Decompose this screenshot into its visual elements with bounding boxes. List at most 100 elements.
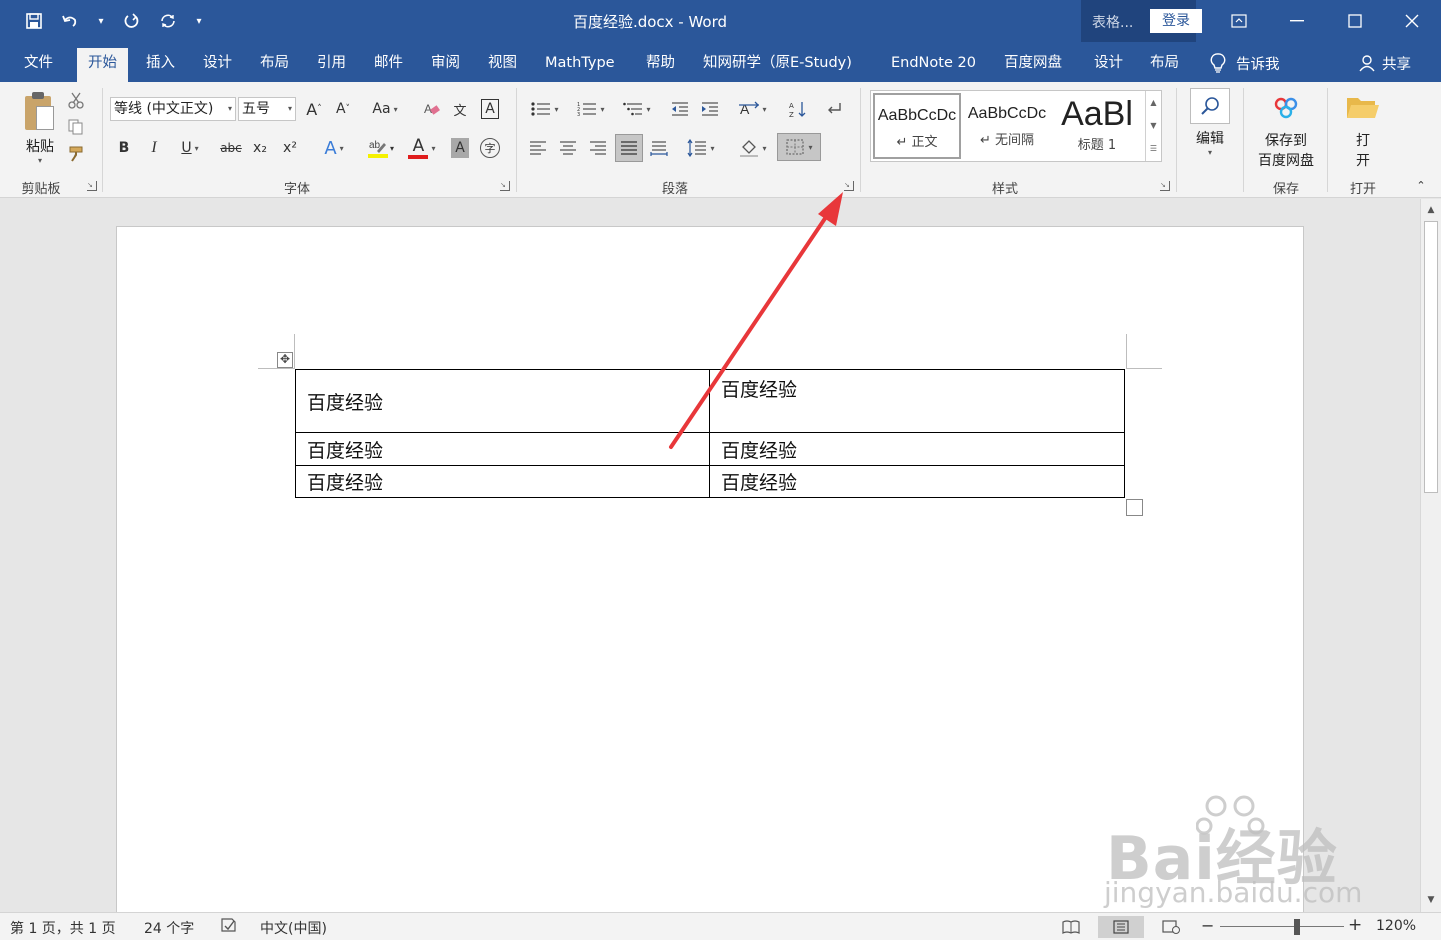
minimize-icon[interactable] [1268, 0, 1326, 42]
table-cell[interactable]: 百度经验 [295, 465, 710, 498]
read-mode-icon[interactable] [1056, 916, 1086, 938]
undo-dropdown-icon[interactable]: ▾ [94, 9, 108, 33]
tab-home[interactable]: 开始 [77, 48, 128, 82]
save-to-baidu-netdisk-button[interactable]: 保存到 百度网盘 [1250, 92, 1322, 170]
tab-e-study[interactable]: 知网研学（原E-Study) [692, 48, 863, 82]
language-indicator[interactable]: 中文(中国) [260, 918, 327, 938]
paragraph-dialog-launcher-icon[interactable]: ↘ [844, 181, 854, 191]
style-no-spacing[interactable]: AaBbCcDc ↵ 无间隔 [963, 93, 1051, 159]
shading-button[interactable]: ▾ [734, 136, 772, 160]
highlight-dropdown-icon[interactable]: ▾ [386, 136, 398, 160]
format-painter-icon[interactable] [64, 142, 88, 166]
tab-layout[interactable]: 布局 [249, 48, 300, 82]
table-cell[interactable]: 百度经验 [709, 369, 1125, 433]
decrease-indent-icon[interactable] [668, 97, 692, 121]
page-info[interactable]: 第 1 页，共 1 页 [10, 918, 116, 938]
change-case-button[interactable]: Aa ▾ [368, 97, 402, 121]
clear-formatting-icon[interactable]: A [420, 97, 444, 121]
bullets-button[interactable]: ▾ [526, 97, 564, 121]
customize-qat-icon[interactable]: ▾ [192, 9, 206, 33]
tab-endnote[interactable]: EndNote 20 [880, 48, 987, 82]
paste-button[interactable]: 粘贴 ▾ [18, 88, 62, 168]
table-cell[interactable]: 百度经验 [709, 465, 1125, 498]
tab-table-design[interactable]: 设计 [1083, 48, 1134, 82]
subscript-button[interactable]: x₂ [248, 136, 272, 160]
underline-button[interactable]: U ▾ [172, 136, 208, 160]
save-icon[interactable] [22, 9, 46, 33]
paste-dropdown-icon[interactable]: ▾ [18, 156, 62, 165]
table-cell[interactable]: 百度经验 [295, 432, 710, 466]
zoom-out-button[interactable]: − [1201, 916, 1214, 935]
distributed-icon[interactable] [647, 136, 671, 160]
font-dialog-launcher-icon[interactable]: ↘ [500, 181, 510, 191]
word-count[interactable]: 24 个字 [144, 918, 194, 938]
align-center-icon[interactable] [556, 136, 580, 160]
justify-icon[interactable] [615, 134, 643, 162]
repeat-icon[interactable] [156, 9, 180, 33]
increase-indent-icon[interactable] [698, 97, 722, 121]
open-button[interactable]: 打 开 [1338, 92, 1388, 170]
gallery-more-icon[interactable]: ☰ [1146, 137, 1161, 160]
table-cell[interactable]: 百度经验 [709, 432, 1125, 466]
superscript-button[interactable]: x² [278, 136, 302, 160]
proofing-icon[interactable] [220, 917, 238, 937]
italic-button[interactable]: I [142, 136, 166, 160]
print-layout-icon[interactable] [1098, 916, 1144, 938]
bold-button[interactable]: B [112, 136, 136, 160]
scroll-down-icon[interactable]: ▼ [1421, 891, 1441, 909]
table-resize-handle[interactable] [1126, 499, 1143, 516]
redo-icon[interactable] [120, 9, 144, 33]
phonetic-guide-button[interactable]: 文 [448, 97, 472, 121]
tab-references[interactable]: 引用 [306, 48, 357, 82]
tab-mailings[interactable]: 邮件 [363, 48, 414, 82]
login-button[interactable]: 登录 [1150, 9, 1202, 33]
clipboard-dialog-launcher-icon[interactable]: ↘ [87, 181, 97, 191]
zoom-level[interactable]: 120% [1376, 918, 1416, 934]
tab-review[interactable]: 审阅 [420, 48, 471, 82]
tell-me-box[interactable]: 告诉我 [1210, 48, 1280, 78]
style-normal[interactable]: AaBbCcDc ↵ 正文 [873, 93, 961, 159]
text-effects-button[interactable]: A ▾ [316, 136, 352, 160]
zoom-slider-thumb[interactable] [1293, 919, 1300, 935]
cut-icon[interactable] [64, 88, 88, 112]
scroll-up-icon[interactable]: ▲ [1421, 201, 1441, 219]
font-color-button[interactable]: A ▾ [402, 134, 442, 162]
editing-button[interactable]: 编辑 ▾ [1186, 88, 1234, 157]
tab-insert[interactable]: 插入 [135, 48, 186, 82]
document-page[interactable] [116, 226, 1304, 926]
collapse-ribbon-icon[interactable]: ⌃ [1411, 176, 1431, 194]
tab-table-layout[interactable]: 布局 [1139, 48, 1190, 82]
tab-mathtype[interactable]: MathType [534, 48, 626, 82]
line-spacing-button[interactable]: ▾ [682, 136, 720, 160]
style-heading-1[interactable]: AaBl 标题 1 [1053, 93, 1141, 159]
zoom-slider-track[interactable] [1220, 926, 1344, 927]
tab-design[interactable]: 设计 [192, 48, 243, 82]
character-border-button[interactable]: A [478, 97, 502, 121]
table-cell[interactable]: 百度经验 [295, 369, 710, 433]
scrollbar-thumb[interactable] [1424, 221, 1438, 493]
web-layout-icon[interactable] [1156, 916, 1186, 938]
maximize-icon[interactable] [1326, 0, 1384, 42]
numbering-button[interactable]: 1 2 3 ▾ [572, 97, 610, 121]
gallery-up-icon[interactable]: ▲ [1146, 91, 1161, 114]
vertical-scrollbar[interactable]: ▲ ▼ [1420, 199, 1441, 912]
font-name-combo[interactable]: 等线 (中文正文) ▾ [110, 97, 236, 121]
font-size-combo[interactable]: 五号 ▾ [238, 97, 296, 121]
strikethrough-button[interactable]: abc [216, 136, 246, 160]
tab-file[interactable]: 文件 [13, 48, 64, 82]
borders-button[interactable]: ▾ [777, 133, 821, 161]
align-left-icon[interactable] [526, 136, 550, 160]
undo-icon[interactable] [58, 9, 82, 33]
table-move-handle-icon[interactable]: ✥ [277, 352, 293, 368]
chinese-layout-button[interactable]: A ▾ [734, 97, 772, 121]
enclose-characters-button[interactable]: 字 [478, 136, 502, 160]
shrink-font-button[interactable]: A ˅ [331, 97, 355, 121]
gallery-down-icon[interactable]: ▼ [1146, 114, 1161, 137]
character-shading-button[interactable]: A [448, 136, 472, 160]
align-right-icon[interactable] [586, 136, 610, 160]
multilevel-list-button[interactable]: ▾ [618, 97, 656, 121]
tab-view[interactable]: 视图 [477, 48, 528, 82]
ribbon-display-options-icon[interactable] [1210, 0, 1268, 42]
copy-icon[interactable] [64, 115, 88, 139]
show-formatting-marks-icon[interactable] [822, 97, 846, 121]
